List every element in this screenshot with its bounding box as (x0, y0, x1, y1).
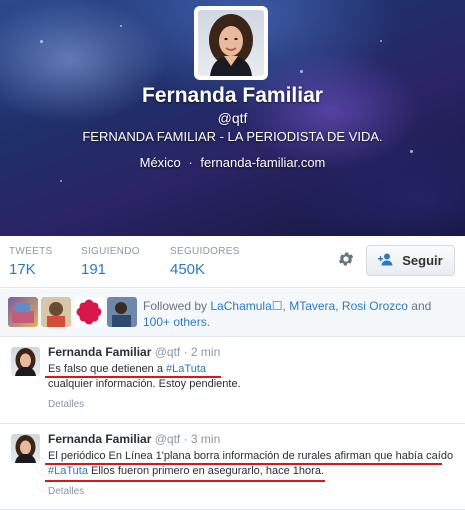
stat-followers[interactable]: SEGUIDORES 450K (170, 246, 240, 278)
tweet-timestamp[interactable]: · 3 min (184, 432, 221, 446)
profile-header: Fernanda Familiar @qtf FERNANDA FAMILIAR… (0, 0, 465, 236)
profile-bio: FERNANDA FAMILIAR - LA PERIODISTA DE VID… (82, 129, 383, 144)
follower-avatar[interactable] (107, 297, 137, 327)
tweet-item[interactable]: Fernanda Familiar @qtf · 2 min Es falso … (0, 338, 465, 424)
tweet-details-link[interactable]: Detalles (48, 399, 84, 410)
followed-by-and: and (411, 299, 432, 313)
follow-button-label: Seguir (402, 253, 443, 268)
follower-name: LaChamula (210, 299, 272, 313)
followed-by-more-link[interactable]: 100+ others. (143, 315, 210, 329)
background-sparkle (380, 40, 382, 42)
tweet-text-part: El periódico En Línea 1'plana borra info… (48, 450, 454, 462)
followed-by-section: Followed by LaChamula☐, MTavera, Rosi Or… (0, 289, 465, 337)
tweet-header: Fernanda Familiar @qtf · 2 min (48, 345, 220, 359)
background-sparkle (120, 25, 122, 27)
follower-badge: ☐ (271, 299, 283, 313)
followed-by-prefix: Followed by (143, 299, 208, 313)
tweet-author-name[interactable]: Fernanda Familiar (48, 432, 151, 446)
profile-website-link[interactable]: fernanda-familiar.com (200, 155, 325, 170)
stat-followers-value: 450K (170, 261, 206, 278)
tweet-avatar[interactable] (11, 434, 40, 463)
stat-followers-label: SEGUIDORES (170, 246, 240, 257)
tweet-details-link[interactable]: Detalles (48, 486, 84, 497)
hashtag-link[interactable]: #LaTuta (48, 465, 88, 477)
followed-by-text: Followed by LaChamula☐, MTavera, Rosi Or… (143, 298, 443, 330)
stat-tweets-label: TWEETS (9, 246, 53, 257)
hashtag-link[interactable]: #LaTuta (166, 363, 206, 375)
annotation-underline (45, 463, 442, 465)
background-sparkle (40, 40, 43, 43)
follower-avatar[interactable] (74, 297, 104, 327)
background-sparkle (410, 150, 413, 153)
profile-handle: @qtf (217, 110, 248, 126)
profile-name: Fernanda Familiar (142, 84, 323, 107)
stat-following[interactable]: SIGUIENDO 191 (81, 246, 140, 278)
annotation-underline (45, 376, 221, 378)
follow-button[interactable]: Seguir (366, 245, 455, 276)
tweet-timestamp[interactable]: · 2 min (184, 345, 221, 359)
stat-tweets[interactable]: TWEETS 17K (9, 246, 52, 278)
separator: , (335, 299, 339, 313)
tweet-author-handle[interactable]: @qtf (155, 432, 181, 446)
follower-link-mtavera[interactable]: MTavera (289, 299, 335, 313)
tweet-author-name[interactable]: Fernanda Familiar (48, 345, 151, 359)
stat-tweets-value: 17K (9, 261, 36, 278)
profile-stats-bar: TWEETS 17K SIGUIENDO 191 SEGUIDORES 450K… (0, 236, 465, 288)
tweet-text-part: Es falso que detienen a (48, 363, 167, 375)
tweet-text-part: cualquier información. Estoy pendiente. (48, 378, 241, 390)
tweet-avatar[interactable] (11, 347, 40, 376)
background-sparkle (60, 180, 62, 182)
tweet-item[interactable]: Fernanda Familiar @qtf · 3 min El periód… (0, 425, 465, 510)
profile-avatar[interactable] (194, 6, 268, 80)
separator: , (282, 299, 286, 313)
annotation-underline (45, 480, 325, 482)
background-sparkle (300, 70, 303, 73)
stat-following-value: 191 (81, 261, 107, 278)
profile-meta: México · fernanda-familiar.com (0, 155, 465, 170)
tweet-header: Fernanda Familiar @qtf · 3 min (48, 432, 220, 446)
stat-following-label: SIGUIENDO (81, 246, 140, 257)
follower-avatar[interactable] (8, 297, 38, 327)
add-user-icon (378, 253, 394, 269)
follower-link-lachamula[interactable]: LaChamula☐ (210, 299, 282, 313)
tweet-text-part: Ellos fueron primero en asegurarlo, hace… (87, 465, 324, 477)
gear-icon[interactable] (336, 250, 356, 270)
profile-location: México (139, 155, 181, 170)
follower-link-rosi-orozco[interactable]: Rosi Orozco (342, 299, 408, 313)
tweet-author-handle[interactable]: @qtf (155, 345, 181, 359)
meta-separator: · (188, 155, 193, 170)
follower-avatar[interactable] (41, 297, 71, 327)
profile-photo (198, 10, 264, 76)
